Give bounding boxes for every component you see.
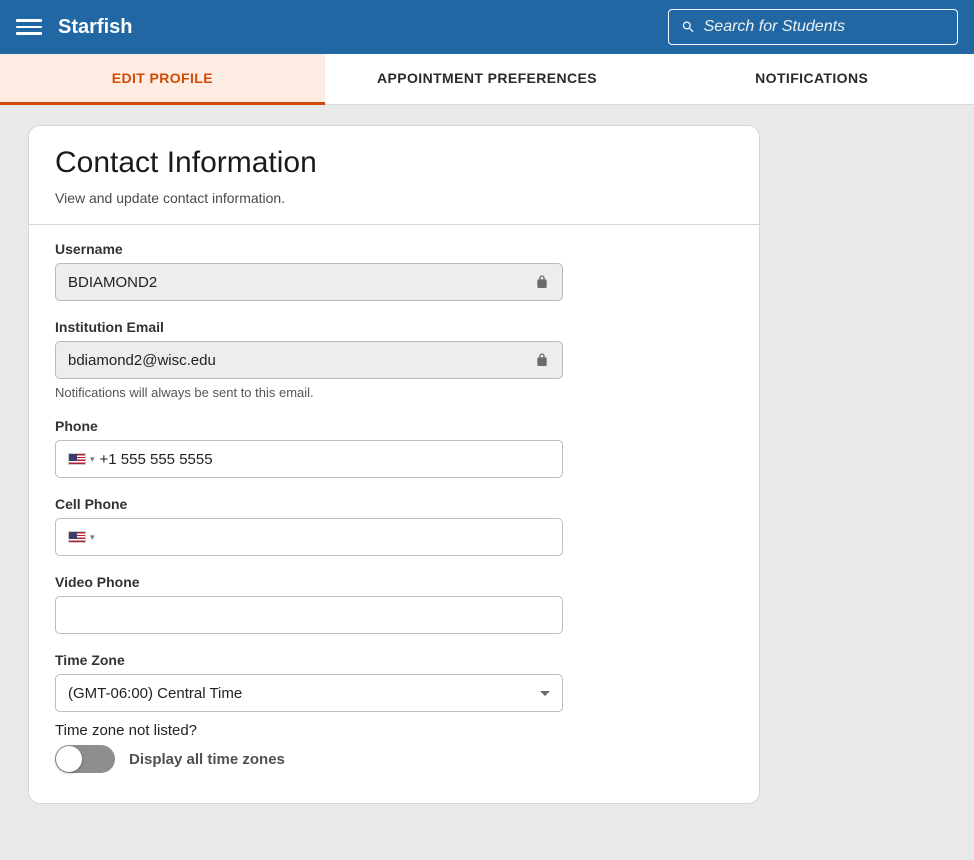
contact-info-card: Contact Information View and update cont… [28,125,760,804]
card-subtitle: View and update contact information. [55,190,733,206]
phone-input[interactable] [100,451,550,468]
cell-phone-input[interactable] [100,529,550,546]
us-flag-icon[interactable] [68,531,86,543]
field-institution-email: Institution Email bdiamond2@wisc.edu Not… [55,319,733,400]
video-phone-input[interactable] [68,607,550,624]
search-input[interactable] [704,18,945,36]
institution-email-input: bdiamond2@wisc.edu [55,341,563,379]
content-area: Contact Information View and update cont… [0,105,974,824]
field-video-phone: Video Phone [55,574,733,634]
institution-email-label: Institution Email [55,319,733,335]
search-box[interactable] [668,9,958,45]
toggle-row: Display all time zones [55,745,733,773]
field-username: Username BDIAMOND2 [55,241,733,301]
field-cell-phone: Cell Phone ▾ [55,496,733,556]
chevron-down-icon[interactable]: ▾ [90,532,95,543]
field-phone: Phone ▾ [55,418,733,478]
username-label: Username [55,241,733,257]
toggle-knob [56,746,82,772]
phone-input-wrapper[interactable]: ▾ [55,440,563,478]
tab-edit-profile[interactable]: EDIT PROFILE [0,54,325,105]
search-icon [681,19,696,35]
time-zone-select[interactable]: (GMT-06:00) Central Time [55,674,563,712]
institution-email-hint: Notifications will always be sent to thi… [55,385,733,400]
time-zone-question: Time zone not listed? [55,722,733,739]
menu-icon[interactable] [16,14,42,40]
tabs-nav: EDIT PROFILE APPOINTMENT PREFERENCES NOT… [0,54,974,105]
video-phone-input-wrapper[interactable] [55,596,563,634]
field-time-zone: Time Zone (GMT-06:00) Central Time Time … [55,652,733,773]
card-body: Username BDIAMOND2 Institution Email bdi… [29,225,759,803]
us-flag-icon[interactable] [68,453,86,465]
lock-icon [534,352,550,368]
brand-title: Starfish [58,16,132,39]
username-value: BDIAMOND2 [68,274,534,291]
username-input: BDIAMOND2 [55,263,563,301]
tab-appointment-preferences[interactable]: APPOINTMENT PREFERENCES [325,54,650,104]
institution-email-value: bdiamond2@wisc.edu [68,352,534,369]
card-header: Contact Information View and update cont… [29,126,759,225]
display-all-timezones-toggle[interactable] [55,745,115,773]
chevron-down-icon [540,691,550,696]
lock-icon [534,274,550,290]
top-header: Starfish [0,0,974,54]
cell-phone-label: Cell Phone [55,496,733,512]
time-zone-label: Time Zone [55,652,733,668]
video-phone-label: Video Phone [55,574,733,590]
card-title: Contact Information [55,146,733,180]
toggle-label: Display all time zones [129,751,285,768]
time-zone-value: (GMT-06:00) Central Time [68,685,242,702]
phone-label: Phone [55,418,733,434]
cell-phone-input-wrapper[interactable]: ▾ [55,518,563,556]
tab-notifications[interactable]: NOTIFICATIONS [649,54,974,104]
chevron-down-icon[interactable]: ▾ [90,454,95,465]
